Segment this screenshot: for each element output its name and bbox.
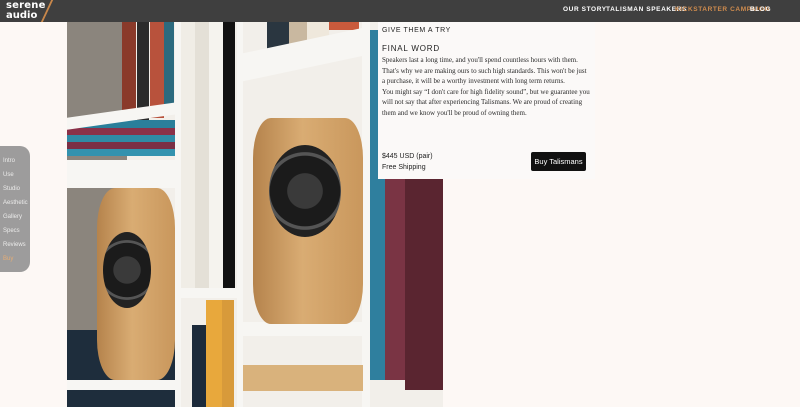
card-paragraph-1: Speakers last a long time, and you'll sp… [382, 56, 587, 85]
sidenav-use[interactable]: Use [3, 172, 14, 178]
sidenav-reviews[interactable]: Reviews [3, 242, 26, 248]
top-navigation-bar: serene audio Our Story Talisman Speakers… [0, 0, 800, 22]
card-kicker: GIVE THEM A TRY [382, 27, 451, 34]
nav-our-story[interactable]: Our Story [563, 6, 607, 13]
card-heading: FINAL WORD [382, 44, 440, 53]
logo-line-2: audio [6, 10, 38, 21]
card-paragraph-2: You might say “I don't care for high fid… [382, 87, 590, 117]
sidenav-intro[interactable]: Intro [3, 158, 15, 164]
sidenav-studio[interactable]: Studio [3, 186, 20, 192]
serene-audio-logo[interactable]: serene audio [6, 0, 66, 22]
section-side-navigation: Intro Use Studio Aesthetic Gallery Specs… [0, 146, 30, 272]
sidenav-gallery[interactable]: Gallery [3, 214, 22, 220]
speaker-driver-left [103, 232, 151, 308]
nav-blog[interactable]: Blog [750, 6, 771, 13]
sidenav-specs[interactable]: Specs [3, 228, 20, 234]
sidenav-buy[interactable]: Buy [3, 256, 13, 262]
card-body: Speakers last a long time, and you'll sp… [382, 55, 590, 118]
speaker-driver-right [269, 145, 341, 237]
shipping-text: Free Shipping [382, 164, 426, 171]
buy-talismans-button[interactable]: Buy Talismans [531, 152, 586, 171]
sidenav-aesthetic[interactable]: Aesthetic [3, 200, 28, 206]
price-text: $445 USD (pair) [382, 153, 433, 160]
